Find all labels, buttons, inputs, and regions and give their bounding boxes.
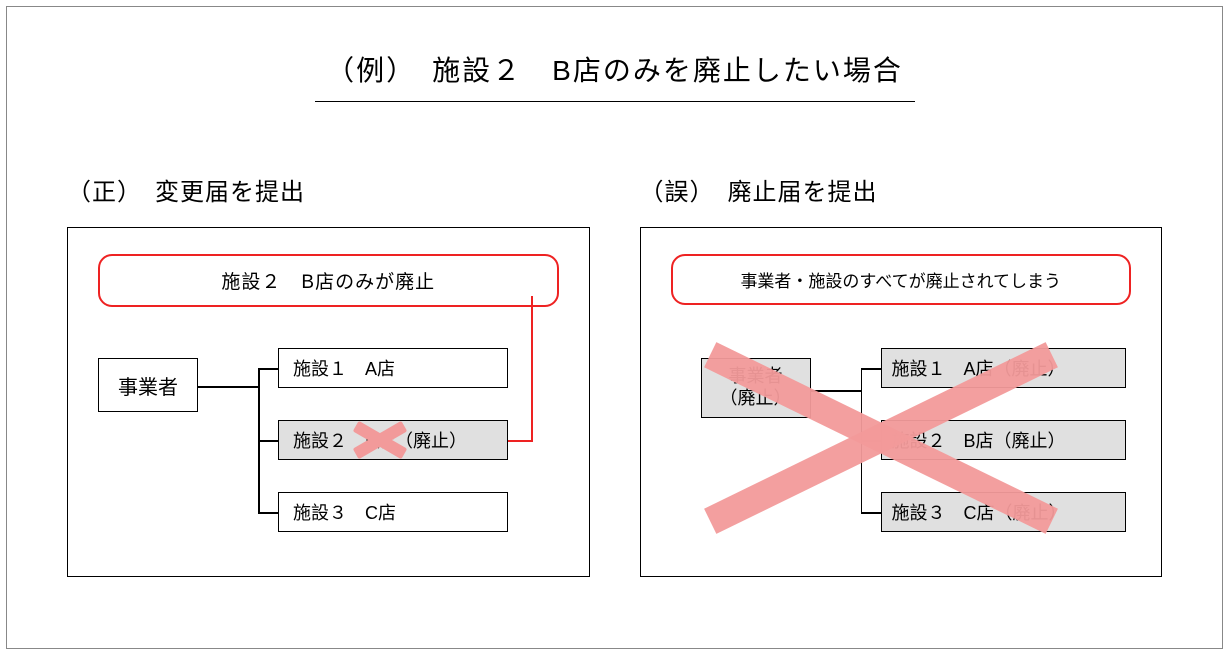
facility-box: 施設３ C店 [278, 492, 508, 532]
operator-line1: 事業者 [729, 366, 783, 388]
cross-icon [356, 420, 404, 460]
correct-tree: 事業者 施設１ A店 施設２ B店（廃止） 施設３ C店 [98, 348, 559, 556]
connector [861, 440, 881, 442]
incorrect-column: （誤） 廃止届を提出 事業者・施設のすべてが廃止されてしまう 事業者 （廃止） … [640, 172, 1163, 577]
correct-column: （正） 変更届を提出 施設２ B店のみが廃止 事業者 施設１ A店 施設２ B店… [67, 172, 590, 577]
connector [861, 512, 881, 514]
facility-box-abolished: 施設２ B店（廃止） [881, 420, 1126, 460]
connector [861, 368, 881, 370]
correct-heading: （正） 変更届を提出 [67, 172, 590, 207]
page-title: （例） 施設２ B店のみを廃止したい場合 [7, 7, 1222, 89]
connector [258, 440, 278, 442]
connector [258, 368, 278, 370]
connector [198, 386, 258, 388]
connector [811, 390, 861, 392]
facility-box: 施設１ A店 [278, 348, 508, 388]
incorrect-tree: 事業者 （廃止） 施設１ A店（廃止） 施設２ B店（廃止） 施設３ C店（廃止… [671, 348, 1132, 556]
incorrect-panel: 事業者・施設のすべてが廃止されてしまう 事業者 （廃止） 施設１ A店（廃止） … [640, 227, 1163, 577]
facility-box-abolished: 施設１ A店（廃止） [881, 348, 1126, 388]
page-frame: （例） 施設２ B店のみを廃止したい場合 （正） 変更届を提出 施設２ B店のみ… [6, 6, 1223, 649]
columns: （正） 変更届を提出 施設２ B店のみが廃止 事業者 施設１ A店 施設２ B店… [7, 102, 1222, 577]
operator-box-abolished: 事業者 （廃止） [701, 358, 811, 418]
connector [258, 512, 278, 514]
operator-box: 事業者 [98, 358, 198, 412]
correct-panel: 施設２ B店のみが廃止 事業者 施設１ A店 施設２ B店（廃止） 施設３ C店 [67, 227, 590, 577]
correct-note: 施設２ B店のみが廃止 [98, 254, 559, 307]
facility-box-abolished: 施設３ C店（廃止） [881, 492, 1126, 532]
incorrect-heading: （誤） 廃止届を提出 [640, 172, 1163, 207]
incorrect-note: 事業者・施設のすべてが廃止されてしまう [671, 254, 1132, 305]
operator-line2: （廃止） [720, 388, 792, 410]
